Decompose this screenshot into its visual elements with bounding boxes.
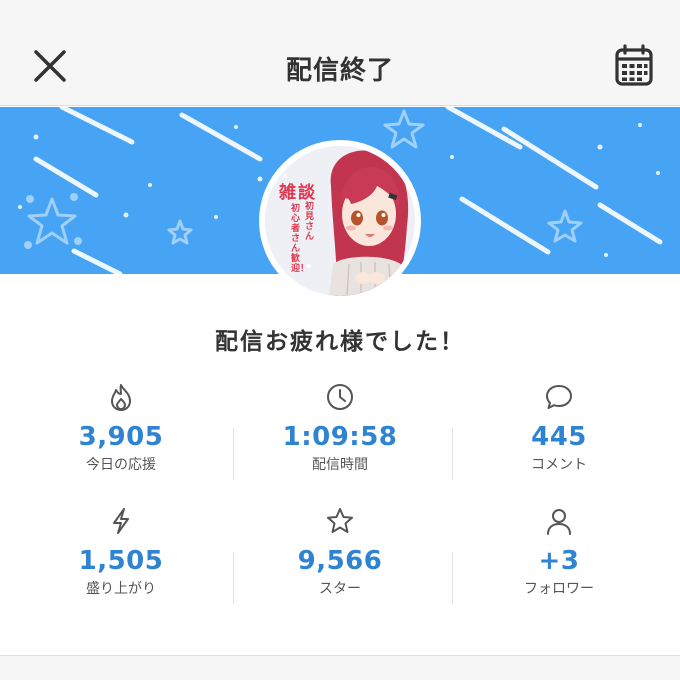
thumbnail-text-2: 初心者さん歓迎！ [291, 204, 310, 274]
star-icon [327, 508, 353, 533]
clock-icon [327, 384, 353, 410]
stat-cheers-label: 今日の応援 [86, 457, 156, 473]
stat-excitement-label: 盛り上がり [86, 581, 156, 597]
stream-thumbnail[interactable]: 雑談 初見さん 初心者さん歓迎！ [259, 140, 421, 302]
divider [233, 428, 234, 480]
thumbnail-image: 雑談 初見さん 初心者さん歓迎！ [265, 146, 415, 296]
header-bar: 配信終了 [0, 0, 680, 106]
completion-message: 配信お疲れ様でした！ [215, 329, 465, 355]
comment-icon [546, 385, 572, 409]
stat-duration-value: 1:09:58 [282, 422, 398, 452]
divider [233, 552, 234, 604]
flame-icon [111, 384, 131, 411]
stat-comments-value: 445 [531, 422, 587, 452]
stat-stars-label: スター [319, 581, 361, 597]
page-title: 配信終了 [285, 56, 394, 86]
stat-followers-value: +3 [538, 546, 580, 576]
thumbnail-title: 雑談 [279, 183, 317, 203]
stat-excitement: 1,505 盛り上がり [8, 506, 234, 598]
stat-duration-label: 配信時間 [312, 457, 368, 473]
stat-comments: 445 コメント [446, 382, 672, 474]
stat-cheers-value: 3,905 [78, 422, 164, 452]
calendar-icon [615, 44, 653, 86]
bottom-bar [0, 655, 680, 680]
stat-followers: +3 フォロワー [446, 506, 672, 598]
stat-duration: 1:09:58 配信時間 [227, 382, 453, 474]
calendar-button[interactable] [614, 44, 654, 88]
stat-comments-label: コメント [531, 457, 587, 473]
stat-cheers: 3,905 今日の応援 [8, 382, 234, 474]
stat-stars: 9,566 スター [227, 506, 453, 598]
character-illustration [265, 146, 415, 296]
divider [452, 428, 453, 480]
lightning-icon [113, 508, 129, 534]
stat-followers-label: フォロワー [524, 581, 594, 597]
stat-excitement-value: 1,505 [78, 546, 164, 576]
stat-stars-value: 9,566 [297, 546, 383, 576]
thumbnail-text-1: 初見さん [305, 202, 315, 242]
divider [452, 552, 453, 604]
user-icon [547, 509, 571, 535]
